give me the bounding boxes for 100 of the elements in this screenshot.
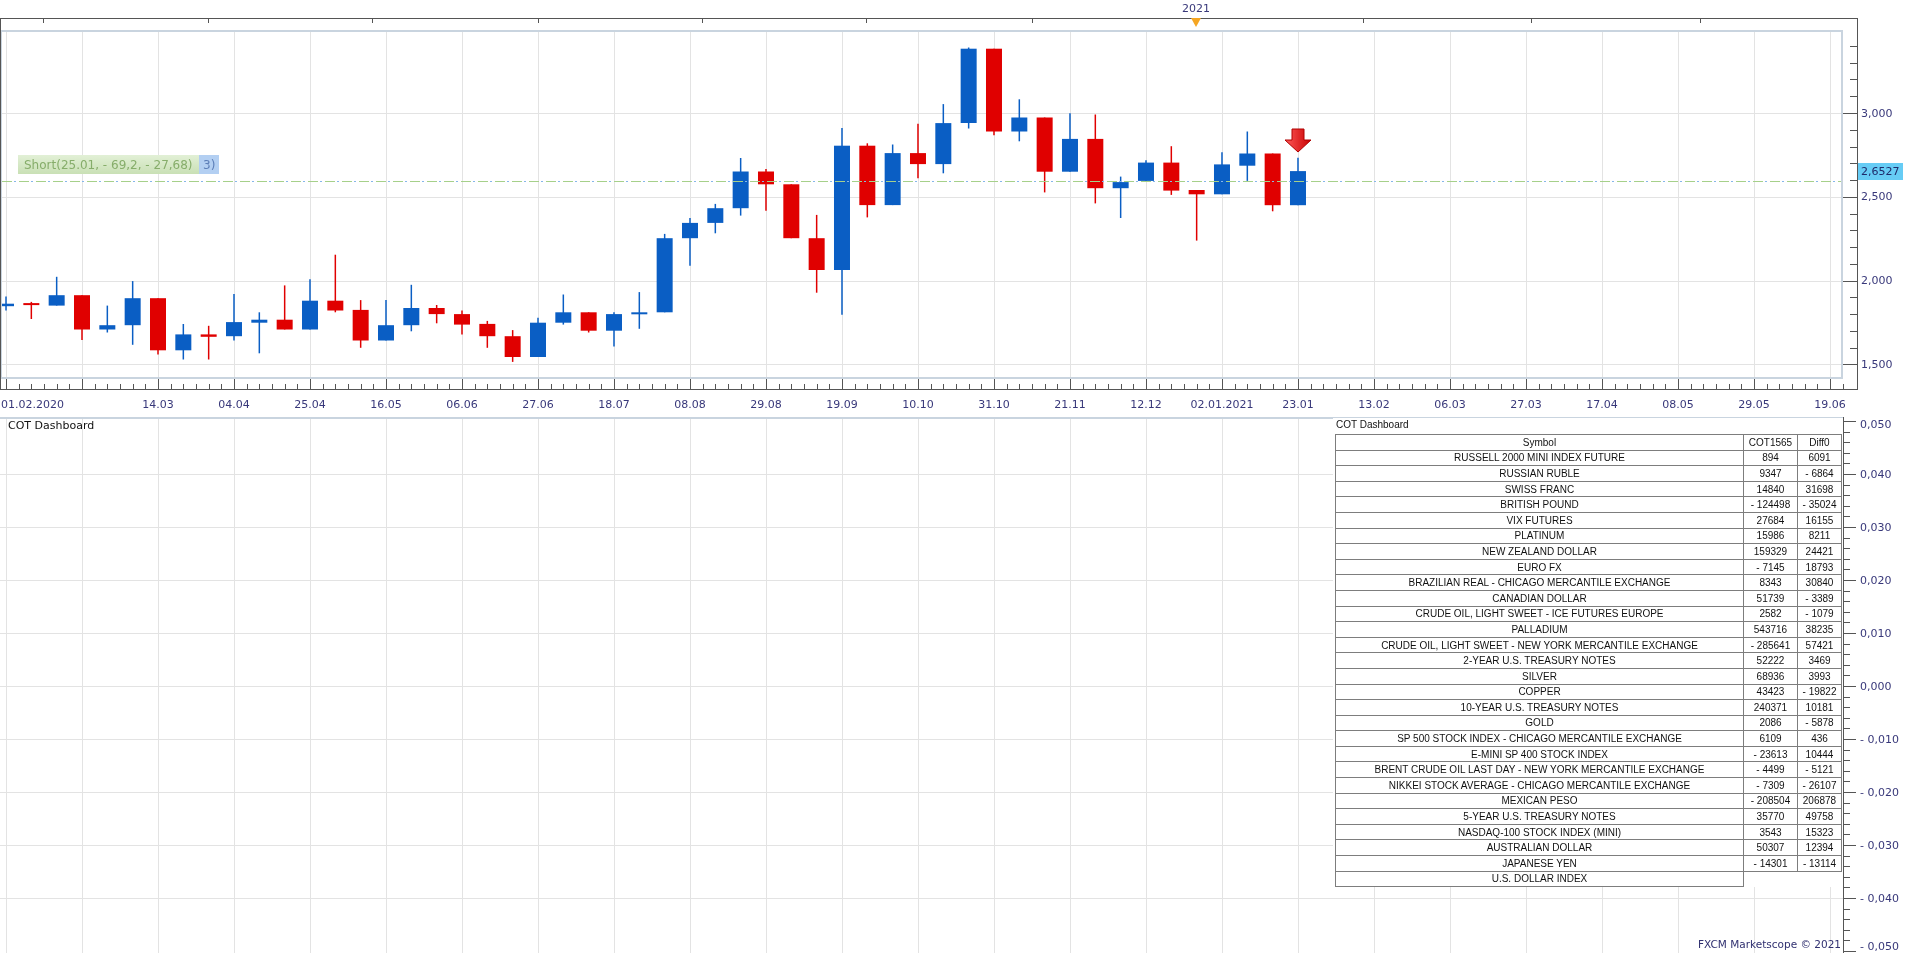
falling-candlestick (504, 329, 521, 363)
table-cell: 38235 (1797, 621, 1842, 638)
rising-candlestick (935, 103, 952, 175)
table-cell: CANADIAN DOLLAR (1335, 590, 1744, 607)
table-cell: 14840 (1743, 481, 1798, 497)
value-label: - 0,020 (1860, 785, 1899, 799)
down-arrow-icon (1284, 128, 1312, 153)
table-cell: GOLD (1335, 715, 1744, 731)
falling-candlestick (1264, 152, 1281, 213)
value-label: 0,000 (1860, 679, 1892, 693)
date-label: 08.05 (1662, 397, 1694, 411)
table-cell: - 19822 (1797, 684, 1842, 700)
column-header: Symbol (1335, 434, 1744, 451)
falling-candlestick (580, 311, 597, 334)
date-label: 18.07 (598, 397, 630, 411)
date-label: 27.06 (522, 397, 554, 411)
falling-candlestick (276, 284, 293, 331)
table-cell: - 6864 (1797, 465, 1842, 482)
table-cell: 6109 (1743, 730, 1798, 747)
rising-candlestick (631, 291, 648, 330)
table-cell: 68936 (1743, 668, 1798, 684)
table-cell: 57421 (1797, 637, 1842, 653)
date-label: 29.08 (750, 397, 782, 411)
table-cell: 8211 (1797, 528, 1842, 544)
table-cell: 15986 (1743, 528, 1798, 544)
overlapped-label: 3) (199, 155, 219, 174)
table-cell: 16155 (1797, 512, 1842, 529)
falling-candlestick (200, 325, 217, 361)
rising-candlestick (530, 317, 546, 358)
table-cell: 51739 (1743, 590, 1798, 607)
table-cell: - 26107 (1797, 777, 1842, 794)
falling-candlestick (1188, 189, 1205, 242)
price-label: 2,000 (1861, 274, 1893, 288)
table-cell: 49758 (1797, 808, 1842, 825)
rising-candlestick (707, 203, 724, 235)
table-cell: SP 500 STOCK INDEX - CHICAGO MERCANTILE EXCHANGE (1335, 730, 1744, 747)
copyright-text: FXCM Marketscope © 2021 (1698, 938, 1841, 951)
table-cell: - 23613 (1743, 746, 1798, 762)
falling-candlestick (74, 294, 90, 341)
table-cell: JAPANESE YEN (1335, 855, 1744, 872)
table-cell: - 208504 (1743, 793, 1798, 809)
column-header: COT1565 (1743, 434, 1798, 451)
rising-candlestick (302, 278, 318, 331)
rising-candlestick (1062, 112, 1078, 173)
rising-candlestick (555, 293, 572, 326)
table-cell: NASDAQ-100 STOCK INDEX (MINI) (1335, 824, 1744, 840)
table-cell: 24421 (1797, 543, 1842, 560)
table-cell: E-MINI SP 400 STOCK INDEX (1335, 746, 1744, 762)
table-cell: 10181 (1797, 699, 1842, 716)
table-cell: BRENT CRUDE OIL LAST DAY - NEW YORK MERCANTILE EXCHANGE (1335, 761, 1744, 778)
rising-candlestick (1239, 130, 1256, 182)
table-cell: VIX FUTURES (1335, 512, 1744, 529)
value-label: 0,020 (1860, 573, 1892, 587)
table-cell: BRITISH POUND (1335, 496, 1744, 513)
table-cell: 35770 (1743, 808, 1798, 825)
table-cell: - 285641 (1743, 637, 1798, 653)
rising-candlestick (1138, 159, 1154, 182)
table-cell: 2-YEAR U.S. TREASURY NOTES (1335, 652, 1744, 669)
price-label: 2,500 (1861, 190, 1893, 204)
date-label: 27.03 (1510, 397, 1542, 411)
table-cell: CRUDE OIL, LIGHT SWEET - ICE FUTURES EUROPE (1335, 606, 1744, 622)
date-label: 19.06 (1814, 397, 1846, 411)
table-cell: 18793 (1797, 559, 1842, 575)
falling-candlestick (23, 301, 40, 320)
rising-candlestick (606, 311, 622, 348)
table-cell: 543716 (1743, 621, 1798, 638)
table-cell: U.S. DOLLAR INDEX (1335, 871, 1744, 887)
table-cell: 30840 (1797, 574, 1842, 591)
table-cell: 9347 (1743, 465, 1798, 482)
falling-candlestick (150, 297, 166, 356)
falling-candlestick (1163, 145, 1180, 196)
falling-candlestick (428, 304, 445, 325)
date-label: 31.10 (978, 397, 1010, 411)
table-cell: - 7145 (1743, 559, 1798, 575)
date-label: 01.02.2020 (1, 397, 64, 411)
signal-label: Short(25.01, - 69,2, - 27,68) (18, 155, 199, 174)
value-label: - 0,050 (1860, 939, 1899, 953)
rising-candlestick (2, 295, 14, 312)
table-cell: NEW ZEALAND DOLLAR (1335, 543, 1744, 560)
rising-candlestick (124, 280, 141, 346)
rising-candlestick (1112, 175, 1129, 219)
table-cell: 5-YEAR U.S. TREASURY NOTES (1335, 808, 1744, 825)
table-cell: 2582 (1743, 606, 1798, 622)
value-label: 0,030 (1860, 520, 1892, 534)
table-cell: 31698 (1797, 481, 1842, 497)
table-cell: 240371 (1743, 699, 1798, 716)
table-cell: PALLADIUM (1335, 621, 1744, 638)
table-cell: EURO FX (1335, 559, 1744, 575)
table-cell: 27684 (1743, 512, 1798, 529)
date-label: 17.04 (1586, 397, 1618, 411)
table-cell: NIKKEI STOCK AVERAGE - CHICAGO MERCANTILE EXCHANGE (1335, 777, 1744, 794)
falling-candlestick (910, 122, 926, 179)
falling-candlestick (758, 168, 774, 212)
rising-candlestick (1214, 151, 1230, 196)
rising-candlestick (251, 311, 268, 355)
value-label: - 0,010 (1860, 732, 1899, 746)
date-label: 16.05 (370, 397, 402, 411)
date-label: 04.04 (218, 397, 250, 411)
value-label: - 0,030 (1860, 838, 1899, 852)
table-cell: 43423 (1743, 684, 1798, 700)
